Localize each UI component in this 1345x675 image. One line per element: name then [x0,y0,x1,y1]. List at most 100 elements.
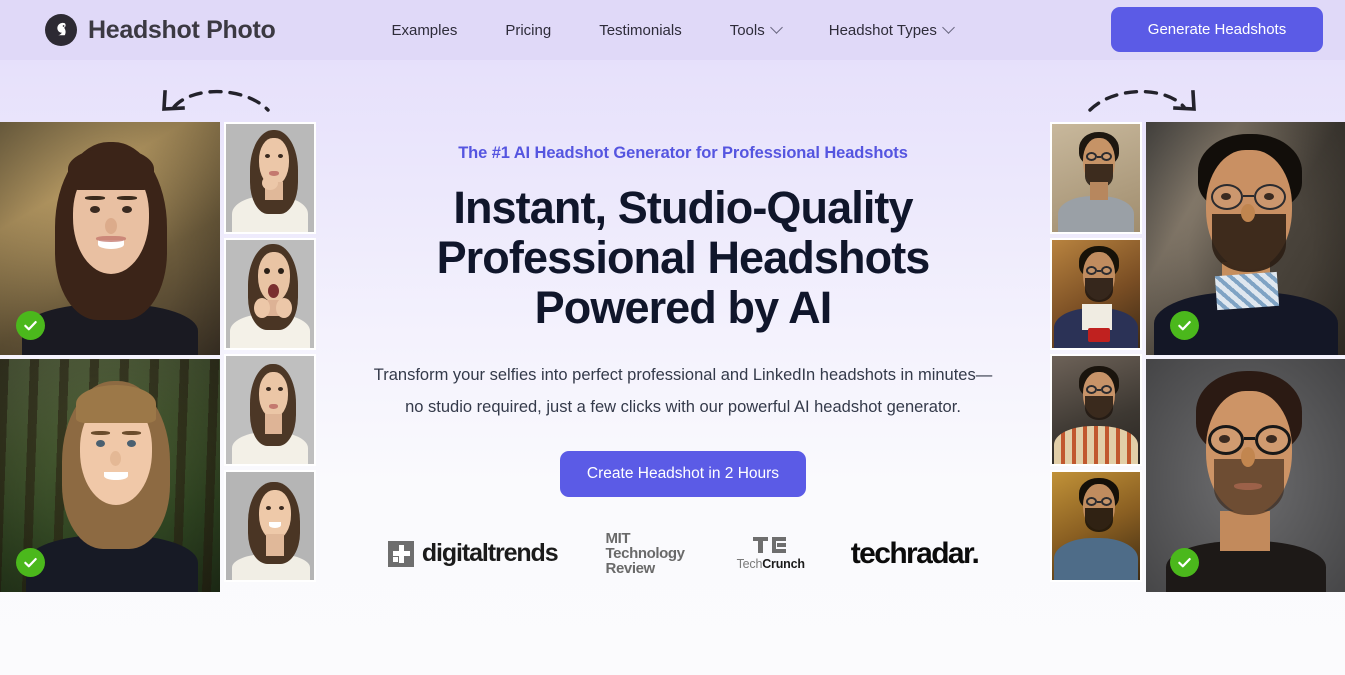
photo-woman-headshot-forest[interactable] [0,359,220,592]
photo-hand [276,298,292,318]
photo-jacket-logo [1088,328,1110,342]
photo-eye [279,506,284,510]
headline-line-3: Powered by AI [534,282,833,333]
green-check-icon [1170,311,1199,340]
photo-man-headshot-grey[interactable] [1146,359,1345,592]
photo-eye [96,440,105,447]
thumb-man-selfie-striped-shirt[interactable] [1050,354,1142,466]
thumb-woman-selfie-smiling[interactable] [224,470,316,582]
thumb-woman-selfie-thinking[interactable] [224,122,316,234]
digitaltrends-wordmark: digitaltrends [421,539,559,567]
photo-lips [1234,483,1262,490]
nav-item-examples[interactable]: Examples [391,16,457,45]
create-headshot-button[interactable]: Create Headshot in 2 Hours [559,451,807,497]
press-logo-techradar: techradar. [850,536,980,571]
generate-headshots-button[interactable]: Generate Headshots [1111,7,1323,52]
gallery-right-thumb-column [1050,122,1142,592]
photo-eye [264,268,270,274]
glasses-bridge [1097,389,1101,391]
main-nav: Examples Pricing Testimonials Tools Head… [391,16,1000,45]
page-root: Headshot Photo Examples Pricing Testimon… [0,0,1345,675]
nav-item-pricing[interactable]: Pricing [505,16,551,45]
photo-nose [1241,204,1255,222]
thumb-man-selfie-varsity-jacket[interactable] [1050,238,1142,350]
thumb-woman-selfie-looking-side[interactable] [224,354,316,466]
digitaltrends-plus-icon [387,540,414,567]
thumb-woman-selfie-surprised[interactable] [224,238,316,350]
hero-section: The #1 AI Headshot Generator for Profess… [336,60,1030,576]
photo-nose [110,451,121,466]
gallery-left [0,122,316,592]
techcrunch-tc-icon [752,536,789,553]
photo-neck [1090,182,1108,200]
thumb-man-selfie-blue-kurta[interactable] [1050,470,1142,582]
photo-eye [1221,193,1231,200]
brand-logo-link[interactable]: Headshot Photo [45,14,276,46]
glasses-icon [1101,152,1112,161]
photo-lips [269,404,278,409]
glasses-bridge [1097,501,1101,503]
photo-man-headshot-office[interactable] [1146,122,1345,355]
photo-nose [105,218,117,234]
press-logo-digitaltrends: digitaltrends [387,539,559,568]
photo-beard [1085,508,1113,532]
green-check-icon [16,311,45,340]
photo-mouth [104,472,128,480]
glasses-bridge [1244,437,1255,440]
glasses-bridge [1243,195,1254,197]
green-check-icon [1170,548,1199,577]
photo-eye [1266,435,1277,443]
photo-eye [122,206,132,213]
photo-beard [1085,396,1113,420]
nav-item-tools[interactable]: Tools [730,16,783,45]
photo-brow [117,196,137,200]
photo-eye [1264,193,1274,200]
gallery-right [1050,122,1345,592]
techcrunch-wordmark: TechCrunch [736,556,805,571]
glasses-icon [1101,266,1112,275]
nav-label: Examples [391,21,458,39]
photo-eye [1219,435,1230,443]
photo-woman-headshot-autumn[interactable] [0,122,220,355]
photo-neck [265,414,282,434]
photo-body [1058,196,1134,232]
techradar-wordmark: techradar. [850,536,980,570]
photo-eye [265,154,270,158]
nav-label: Headshot Types [828,21,937,39]
glasses-icon [1086,497,1097,506]
glasses-icon [1086,152,1097,161]
nav-item-testimonials[interactable]: Testimonials [599,16,682,45]
headline-line-1: Instant, Studio-Quality [453,182,913,233]
glasses-icon [1101,385,1112,394]
glasses-bridge [1097,156,1101,158]
gallery-left-large-column [0,122,220,592]
photo-eye [278,268,284,274]
gallery-right-large-column [1146,122,1345,592]
photo-beard [1212,214,1286,272]
thumb-man-selfie-grey-shirt[interactable] [1050,122,1142,234]
mit-line-1: MIT [605,530,631,547]
photo-neck [1220,511,1270,551]
photo-brow [122,431,141,435]
photo-eye [278,154,283,158]
chevron-down-icon [942,20,955,34]
hero-subheadline: Transform your selfies into perfect prof… [373,366,993,416]
mit-line-2: Technology [605,545,685,562]
nav-item-headshot-types[interactable]: Headshot Types [828,16,955,45]
photo-eye [278,387,283,391]
glasses-icon [1086,385,1097,394]
headline-line-2: Professional Headshots [436,232,931,283]
mit-line-3: Review [605,560,656,577]
photo-collar [1082,304,1112,330]
green-check-icon [16,548,45,577]
photo-face [259,490,291,540]
photo-mouth [269,522,281,528]
photo-neck [266,534,284,556]
photo-nose [1241,447,1255,467]
gallery-left-thumb-column [224,122,316,592]
photo-eye [266,506,271,510]
press-logo-mit-technology-review: MIT Technology Review [606,531,685,576]
photo-hairline [76,385,156,423]
swan-logo-icon [45,14,77,46]
brand-name: Headshot Photo [88,15,276,44]
